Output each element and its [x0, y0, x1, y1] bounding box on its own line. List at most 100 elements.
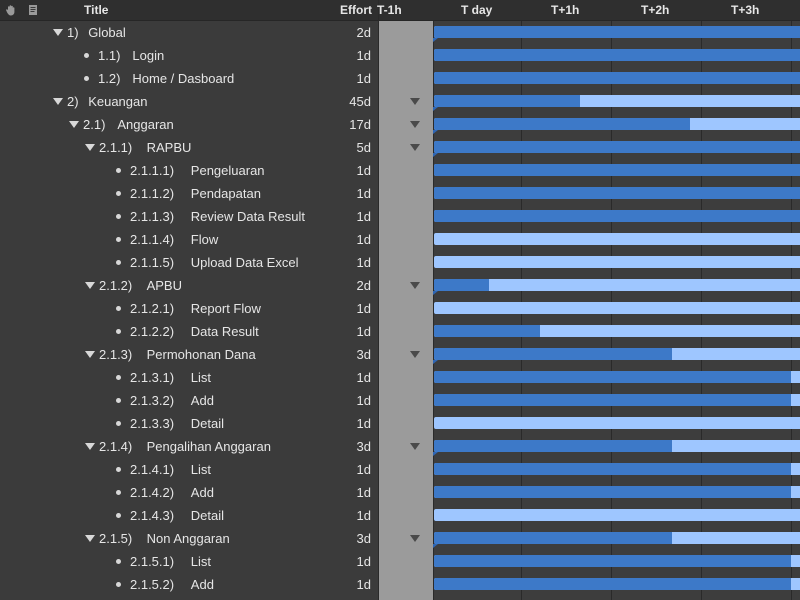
- row-title[interactable]: Global: [88, 21, 126, 44]
- row-title[interactable]: Add: [191, 481, 214, 504]
- task-bar[interactable]: [434, 578, 800, 590]
- row-effort[interactable]: 3d: [357, 527, 371, 550]
- title-column-header[interactable]: Title: [84, 3, 108, 17]
- disclosure-triangle-icon[interactable]: [84, 136, 96, 159]
- row-title[interactable]: Data Result: [191, 320, 259, 343]
- summary-bar[interactable]: [434, 532, 800, 544]
- outline-group-row[interactable]: 2.1.1) RAPBU 5d: [0, 136, 378, 159]
- row-title[interactable]: Keuangan: [88, 90, 147, 113]
- row-title[interactable]: Report Flow: [191, 297, 261, 320]
- task-bar[interactable]: [434, 417, 800, 429]
- disclosure-triangle-icon[interactable]: [84, 527, 96, 550]
- row-title[interactable]: RAPBU: [147, 136, 192, 159]
- summary-bar[interactable]: [434, 348, 800, 360]
- task-bar[interactable]: [434, 486, 800, 498]
- row-effort[interactable]: 17d: [349, 113, 371, 136]
- row-effort[interactable]: 1d: [357, 389, 371, 412]
- row-title[interactable]: Add: [191, 389, 214, 412]
- task-bar[interactable]: [434, 302, 800, 314]
- disclosure-triangle-icon[interactable]: [52, 90, 64, 113]
- row-effort[interactable]: 1d: [357, 205, 371, 228]
- outline-group-row[interactable]: 2.1) Anggaran 17d: [0, 113, 378, 136]
- row-effort[interactable]: 1d: [357, 458, 371, 481]
- note-icon[interactable]: [27, 4, 39, 16]
- row-effort[interactable]: 1d: [357, 182, 371, 205]
- outline-task-row[interactable]: 2.1.1.3) Review Data Result 1d: [0, 205, 378, 228]
- outline-task-row[interactable]: 2.1.4.1) List 1d: [0, 458, 378, 481]
- row-title[interactable]: Pengeluaran: [191, 159, 265, 182]
- outline-task-row[interactable]: 2.1.2.1) Report Flow 1d: [0, 297, 378, 320]
- row-title[interactable]: Home / Dasboard: [132, 67, 234, 90]
- row-title[interactable]: Pengalihan Anggaran: [147, 435, 271, 458]
- summary-bar[interactable]: [434, 141, 800, 153]
- disclosure-triangle-icon[interactable]: [52, 21, 64, 44]
- outline-task-row[interactable]: 2.1.1.4) Flow 1d: [0, 228, 378, 251]
- row-title[interactable]: Review Data Result: [191, 205, 305, 228]
- summary-bar[interactable]: [434, 279, 800, 291]
- summary-bar[interactable]: [434, 95, 800, 107]
- outline-group-row[interactable]: 1) Global 2d: [0, 21, 378, 44]
- row-effort[interactable]: 1d: [357, 297, 371, 320]
- outline-task-row[interactable]: 2.1.4.3) Detail 1d: [0, 504, 378, 527]
- row-title[interactable]: Anggaran: [117, 113, 173, 136]
- row-effort[interactable]: 1d: [357, 251, 371, 274]
- outline-task-row[interactable]: 2.1.3.2) Add 1d: [0, 389, 378, 412]
- outline-task-row[interactable]: 2.1.5.2) Add 1d: [0, 573, 378, 596]
- row-title[interactable]: Pendapatan: [191, 182, 261, 205]
- collapse-marker-icon[interactable]: [410, 282, 420, 289]
- hand-icon[interactable]: [5, 4, 17, 16]
- row-title[interactable]: Login: [132, 44, 164, 67]
- row-effort[interactable]: 1d: [357, 504, 371, 527]
- task-bar[interactable]: [434, 72, 800, 84]
- summary-bar[interactable]: [434, 440, 800, 452]
- row-effort[interactable]: 1d: [357, 550, 371, 573]
- row-effort[interactable]: 45d: [349, 90, 371, 113]
- summary-bar[interactable]: [434, 26, 800, 38]
- task-bar[interactable]: [434, 256, 800, 268]
- outline-group-row[interactable]: 2.1.3) Permohonan Dana 3d: [0, 343, 378, 366]
- task-bar[interactable]: [434, 187, 800, 199]
- task-bar[interactable]: [434, 164, 800, 176]
- row-title[interactable]: Flow: [191, 228, 218, 251]
- row-effort[interactable]: 2d: [357, 274, 371, 297]
- row-effort[interactable]: 1d: [357, 44, 371, 67]
- row-effort[interactable]: 1d: [357, 67, 371, 90]
- row-effort[interactable]: 1d: [357, 228, 371, 251]
- collapse-marker-icon[interactable]: [410, 98, 420, 105]
- outline-group-row[interactable]: 2.1.5) Non Anggaran 3d: [0, 527, 378, 550]
- task-bar[interactable]: [434, 555, 800, 567]
- row-title[interactable]: Detail: [191, 504, 224, 527]
- collapse-marker-icon[interactable]: [410, 121, 420, 128]
- effort-column-header[interactable]: Effort: [340, 3, 372, 17]
- task-bar[interactable]: [434, 371, 800, 383]
- row-title[interactable]: List: [191, 366, 211, 389]
- outline-task-row[interactable]: 1.1) Login 1d: [0, 44, 378, 67]
- row-effort[interactable]: 3d: [357, 343, 371, 366]
- summary-bar[interactable]: [434, 118, 800, 130]
- task-bar[interactable]: [434, 463, 800, 475]
- row-title[interactable]: Non Anggaran: [147, 527, 230, 550]
- row-effort[interactable]: 2d: [357, 21, 371, 44]
- row-title[interactable]: Add: [191, 573, 214, 596]
- outline-task-row[interactable]: 2.1.3.1) List 1d: [0, 366, 378, 389]
- task-bar[interactable]: [434, 233, 800, 245]
- task-bar[interactable]: [434, 210, 800, 222]
- disclosure-triangle-icon[interactable]: [84, 435, 96, 458]
- row-title[interactable]: Detail: [191, 412, 224, 435]
- task-bar[interactable]: [434, 49, 800, 61]
- collapse-marker-icon[interactable]: [410, 535, 420, 542]
- outline-group-row[interactable]: 2.1.2) APBU 2d: [0, 274, 378, 297]
- disclosure-triangle-icon[interactable]: [68, 113, 80, 136]
- row-effort[interactable]: 3d: [357, 435, 371, 458]
- outline-task-row[interactable]: 1.2) Home / Dasboard 1d: [0, 67, 378, 90]
- row-title[interactable]: Upload Data Excel: [191, 251, 299, 274]
- collapse-marker-icon[interactable]: [410, 144, 420, 151]
- outline-task-row[interactable]: 2.1.2.2) Data Result 1d: [0, 320, 378, 343]
- task-bar[interactable]: [434, 325, 800, 337]
- collapse-marker-icon[interactable]: [410, 351, 420, 358]
- outline-task-row[interactable]: 2.1.5.1) List 1d: [0, 550, 378, 573]
- outline-task-row[interactable]: 2.1.1.2) Pendapatan 1d: [0, 182, 378, 205]
- outline-task-row[interactable]: 2.1.1.1) Pengeluaran 1d: [0, 159, 378, 182]
- outline-group-row[interactable]: 2) Keuangan 45d: [0, 90, 378, 113]
- collapse-marker-icon[interactable]: [410, 443, 420, 450]
